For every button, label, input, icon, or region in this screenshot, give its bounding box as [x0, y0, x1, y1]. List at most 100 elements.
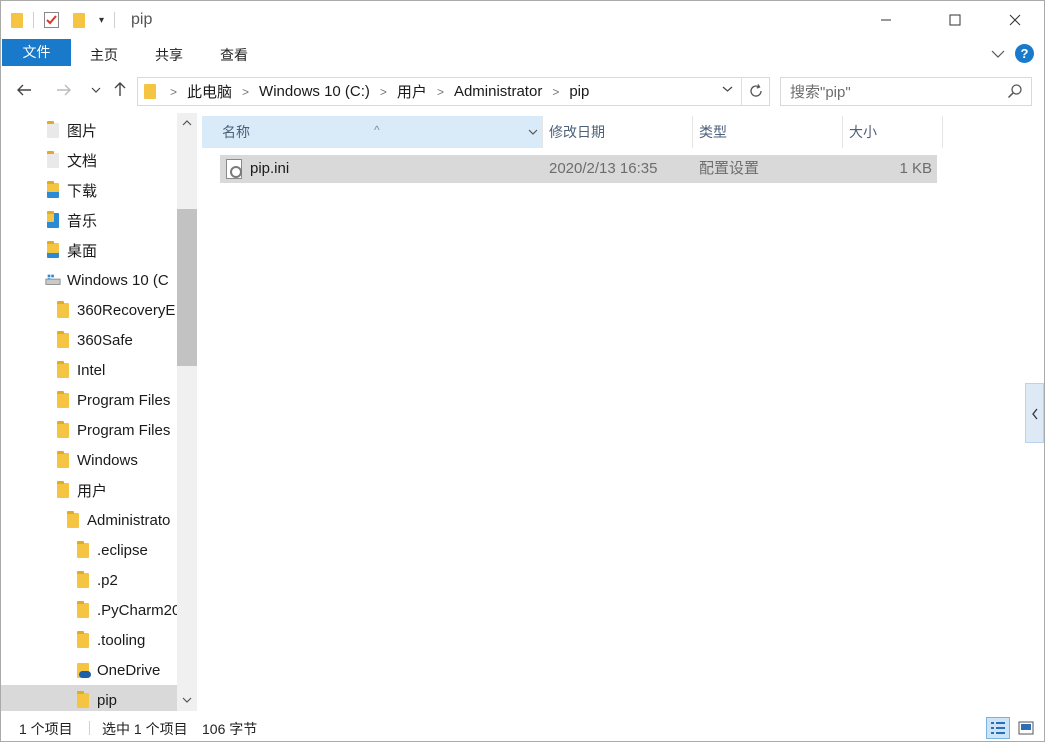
file-row[interactable]: pip.ini 2020/2/13 16:35 配置设置 1 KB [220, 155, 937, 183]
address-bar[interactable]: > 此电脑 > Windows 10 (C:) > 用户 > Administr… [137, 77, 770, 106]
nav-item[interactable]: 用户 [1, 475, 177, 505]
onedrive-icon [75, 662, 91, 678]
nav-item-label: pip [97, 691, 118, 709]
up-button[interactable] [109, 79, 131, 103]
nav-item[interactable]: 360Safe [1, 325, 177, 355]
up-arrow-icon [114, 82, 126, 96]
nav-item-label: 用户 [77, 482, 108, 500]
nav-item[interactable]: OneDrive [1, 655, 177, 685]
nav-item[interactable]: Program Files [1, 385, 177, 415]
nav-item[interactable]: 音乐 [1, 205, 177, 235]
column-header-modified[interactable]: 修改日期 [529, 116, 692, 148]
details-view-button[interactable] [986, 717, 1010, 739]
nav-item-label: Program Files [77, 391, 171, 409]
tab-home[interactable]: 主页 [81, 42, 127, 68]
nav-item[interactable]: .PyCharm20 [1, 595, 177, 625]
details-pane-toggle[interactable] [1025, 383, 1044, 443]
scroll-down-button[interactable] [177, 691, 197, 711]
downloads-icon [45, 180, 61, 198]
file-type: 配置设置 [699, 160, 760, 177]
recent-locations-dropdown[interactable] [85, 79, 107, 103]
properties-icon[interactable] [44, 12, 59, 28]
folder-icon [55, 390, 71, 408]
nav-item[interactable]: .tooling [1, 625, 177, 655]
breadcrumb-pip[interactable]: pip [565, 83, 593, 100]
nav-item[interactable]: Program Files [1, 415, 177, 445]
status-item-count: 1 个项目 [19, 721, 73, 737]
back-button[interactable] [13, 79, 35, 103]
tab-share[interactable]: 共享 [146, 42, 192, 68]
scroll-up-button[interactable] [177, 113, 197, 133]
nav-item-label: .PyCharm20 [97, 601, 177, 619]
nav-item-label: Intel [77, 361, 106, 379]
nav-item-label: Windows [77, 451, 138, 469]
nav-item-label: Administrato [87, 511, 171, 529]
search-box[interactable]: 搜索"pip" [780, 77, 1032, 106]
breadcrumb-separator[interactable]: > [431, 85, 450, 99]
nav-item-label: Program Files [77, 421, 171, 439]
column-divider[interactable] [942, 116, 943, 148]
folder-icon [144, 84, 156, 99]
breadcrumb-drive-c[interactable]: Windows 10 (C:) [255, 83, 374, 100]
file-list[interactable]: 名称 ^ 修改日期 类型 大小 pip.ini 2020/2/13 16:35 … [202, 113, 1022, 711]
breadcrumb-separator[interactable]: > [374, 85, 393, 99]
customize-qat-dropdown[interactable]: ▾ [99, 15, 104, 26]
nav-item[interactable]: .eclipse [1, 535, 177, 565]
forward-button[interactable] [53, 79, 75, 103]
column-header-name[interactable]: 名称 ^ [202, 116, 542, 148]
breadcrumb-users[interactable]: 用户 [393, 81, 431, 102]
nav-item[interactable]: 图片 [1, 115, 177, 145]
breadcrumb-separator[interactable]: > [164, 85, 183, 99]
documents-icon [45, 150, 61, 168]
folder-icon [55, 300, 71, 318]
nav-item[interactable]: Windows [1, 445, 177, 475]
title-bar: ▾ pip [1, 1, 1044, 39]
nav-item-label: Windows 10 (C [67, 271, 169, 289]
back-arrow-icon [17, 84, 31, 96]
separator [114, 12, 116, 28]
navigation-pane[interactable]: 图片 文档 下载音乐桌面 Windows 10 (C 360RecoveryE 360Sa… [1, 113, 197, 711]
address-history-dropdown[interactable] [722, 84, 733, 96]
nav-item[interactable]: Administrato [1, 505, 177, 535]
large-icons-view-button[interactable] [1014, 717, 1038, 739]
quick-access-toolbar: ▾ [11, 9, 119, 31]
close-button[interactable] [992, 1, 1038, 39]
chevron-down-icon [91, 87, 101, 93]
nav-item-label: .eclipse [97, 541, 148, 559]
nav-item[interactable]: .p2 [1, 565, 177, 595]
file-size: 1 KB [899, 160, 932, 177]
nav-item-label: 音乐 [67, 212, 98, 230]
pictures-icon [45, 120, 61, 138]
folder-icon [55, 330, 71, 348]
nav-item[interactable]: Intel [1, 355, 177, 385]
folder-icon [55, 480, 71, 498]
nav-item-label: 桌面 [67, 242, 98, 260]
nav-item[interactable]: 桌面 [1, 235, 177, 265]
help-icon[interactable]: ? [1015, 44, 1034, 63]
breadcrumb-separator[interactable]: > [546, 85, 565, 99]
breadcrumb-separator[interactable]: > [236, 85, 255, 99]
breadcrumb-administrator[interactable]: Administrator [450, 83, 546, 100]
nav-item[interactable]: Windows 10 (C [1, 265, 177, 295]
expand-ribbon-icon[interactable] [991, 49, 1005, 59]
nav-item[interactable]: pip [1, 685, 177, 711]
search-placeholder: 搜索"pip" [790, 84, 851, 101]
folder-icon [55, 360, 71, 378]
column-header-size[interactable]: 大小 [829, 116, 942, 148]
column-header-type[interactable]: 类型 [679, 116, 842, 148]
refresh-button[interactable] [741, 78, 769, 105]
file-modified: 2020/2/13 16:35 [549, 160, 658, 177]
breadcrumb-this-pc[interactable]: 此电脑 [183, 81, 236, 102]
nav-scrollbar[interactable] [177, 113, 197, 711]
new-folder-icon[interactable] [73, 12, 85, 28]
nav-item[interactable]: 360RecoveryE [1, 295, 177, 325]
tab-view[interactable]: 查看 [211, 42, 257, 68]
minimize-button[interactable] [863, 1, 909, 39]
nav-item[interactable]: 文档 [1, 145, 177, 175]
nav-item[interactable]: 下载 [1, 175, 177, 205]
tab-file[interactable]: 文件 [2, 39, 71, 66]
status-divider [89, 721, 90, 735]
scroll-thumb[interactable] [177, 209, 197, 366]
maximize-button[interactable] [932, 1, 978, 39]
drive-icon [45, 272, 61, 288]
